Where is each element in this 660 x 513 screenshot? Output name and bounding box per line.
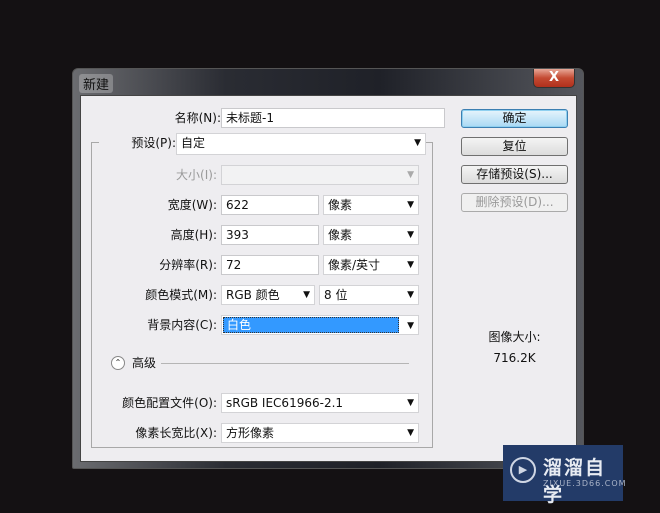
dropdown-arrow-icon: ▼	[407, 290, 414, 300]
save-preset-button[interactable]: 存储预设(S)...	[461, 165, 568, 184]
resolution-unit-select[interactable]: 像素/英寸 ▼	[323, 255, 419, 275]
dropdown-arrow-icon: ▼	[407, 260, 414, 270]
name-input[interactable]: 未标题-1	[221, 108, 445, 128]
dropdown-arrow-icon: ▼	[407, 321, 414, 331]
color-profile-label: 颜色配置文件(O):	[122, 396, 217, 410]
advanced-label: 高级	[132, 356, 157, 370]
bit-depth-select[interactable]: 8 位 ▼	[319, 285, 419, 305]
width-unit-select[interactable]: 像素 ▼	[323, 195, 419, 215]
dropdown-arrow-icon: ▼	[303, 290, 310, 300]
height-label: 高度(H):	[170, 228, 217, 242]
background-select[interactable]: 白色 ▼	[221, 315, 419, 335]
delete-preset-button: 删除预设(D)...	[461, 193, 568, 212]
resolution-label: 分辨率(R):	[159, 258, 217, 272]
dropdown-arrow-icon: ▼	[407, 398, 414, 408]
pixel-aspect-select[interactable]: 方形像素 ▼	[221, 423, 419, 443]
dropdown-arrow-icon: ▼	[407, 200, 414, 210]
new-document-dialog: 新建 X 名称(N): 未标题-1 预设(P): 自定 ▼ 大小(I): ▼ 宽度…	[72, 68, 584, 469]
background-label: 背景内容(C):	[147, 318, 217, 332]
resolution-input[interactable]: 72	[221, 255, 319, 275]
watermark: ▶ 溜溜自学 ZIXUE.3D66.COM	[503, 445, 626, 506]
ok-button[interactable]: 确定	[461, 109, 568, 128]
image-size-value: 716.2K	[493, 351, 536, 365]
height-input[interactable]: 393	[221, 225, 319, 245]
color-mode-select[interactable]: RGB 颜色 ▼	[221, 285, 315, 305]
pixel-aspect-label: 像素长宽比(X):	[135, 426, 217, 440]
watermark-url: ZIXUE.3D66.COM	[543, 479, 627, 488]
preset-value: 自定	[181, 136, 206, 150]
preset-select[interactable]: 自定 ▼	[176, 133, 426, 155]
dialog-title: 新建	[79, 74, 114, 93]
dropdown-arrow-icon: ▼	[407, 230, 414, 240]
width-label: 宽度(W):	[167, 198, 217, 212]
play-logo-icon: ▶	[510, 457, 536, 483]
close-button[interactable]: X	[533, 69, 575, 88]
divider	[161, 363, 409, 364]
size-label: 大小(I):	[176, 168, 217, 182]
size-select: ▼	[221, 165, 419, 185]
preset-label: 预设(P):	[131, 136, 176, 150]
width-input[interactable]: 622	[221, 195, 319, 215]
image-size-label: 图像大小:	[488, 330, 541, 344]
dialog-body: 名称(N): 未标题-1 预设(P): 自定 ▼ 大小(I): ▼ 宽度(W): …	[80, 95, 577, 462]
color-profile-select[interactable]: sRGB IEC61966-2.1 ▼	[221, 393, 419, 413]
dropdown-arrow-icon: ▼	[407, 170, 414, 180]
dropdown-arrow-icon: ▼	[414, 138, 421, 148]
height-unit-select[interactable]: 像素 ▼	[323, 225, 419, 245]
reset-button[interactable]: 复位	[461, 137, 568, 156]
color-mode-label: 颜色模式(M):	[145, 288, 217, 302]
dropdown-arrow-icon: ▼	[407, 428, 414, 438]
advanced-toggle-icon[interactable]: ⌃	[111, 356, 125, 370]
name-label: 名称(N):	[174, 111, 221, 125]
